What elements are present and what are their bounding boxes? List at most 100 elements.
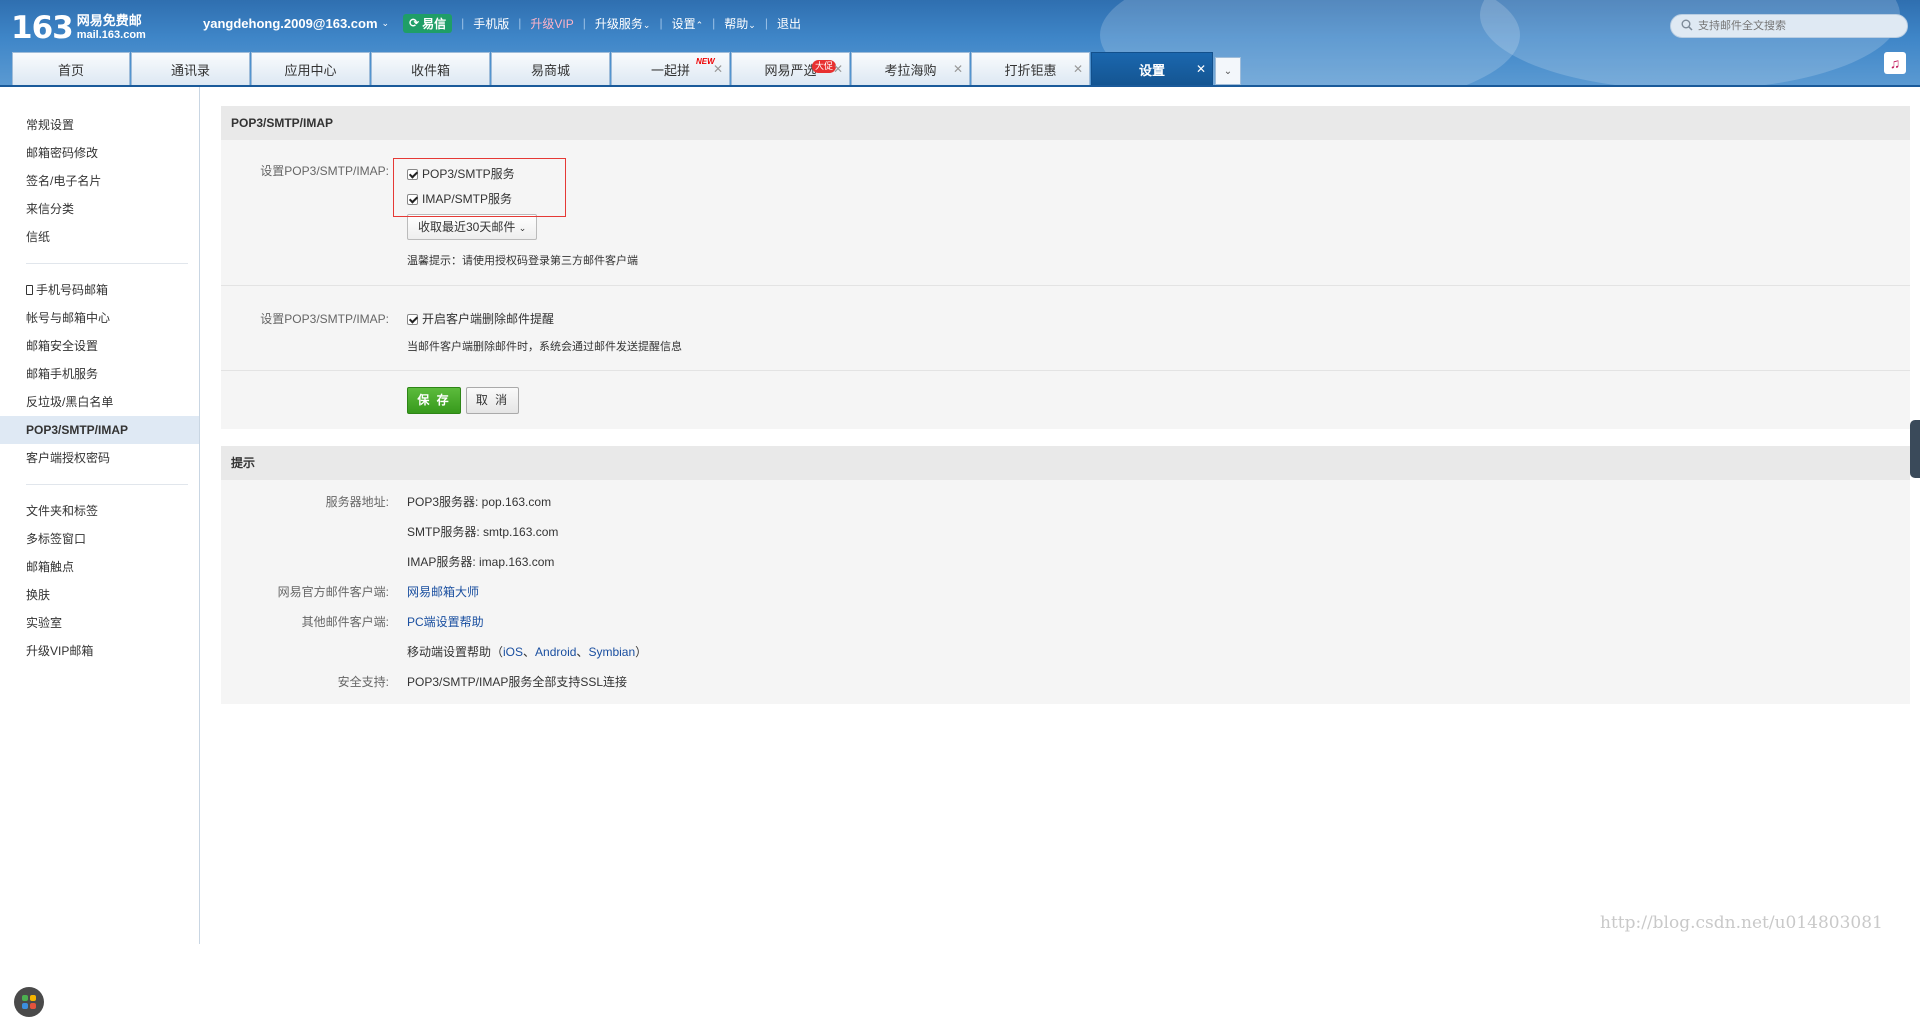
sidebar-item-signature[interactable]: 签名/电子名片	[0, 167, 199, 195]
chevron-down-icon: ⌄	[518, 223, 527, 233]
tab-label: 易商城	[530, 62, 570, 78]
side-scroll-handle[interactable]	[1910, 420, 1920, 478]
separator: |	[461, 16, 465, 30]
tips-section: 提示 服务器地址: POP3服务器: pop.163.com SMTP服务器: …	[221, 446, 1910, 704]
sidebar-item-phone-mailbox[interactable]: 手机号码邮箱	[0, 276, 199, 304]
section-title: 提示	[221, 446, 1910, 480]
tab-label: 通讯录	[170, 62, 210, 78]
tab-home[interactable]: 首页	[12, 52, 130, 85]
sidebar-divider	[26, 484, 188, 485]
search-input[interactable]	[1698, 20, 1898, 32]
ssl-support-text: POP3/SMTP/IMAP服务全部支持SSL连接	[407, 675, 628, 689]
chevron-down-icon: ⌄	[748, 19, 756, 30]
header-divider	[0, 85, 1920, 87]
sidebar-item-multi-tab[interactable]: 多标签窗口	[0, 525, 199, 553]
sidebar-item-lab[interactable]: 实验室	[0, 609, 199, 637]
settings-menu[interactable]: 设置⌃	[672, 15, 704, 32]
header-cloud-decoration	[1480, 0, 1900, 86]
sidebar-item-pop3[interactable]: POP3/SMTP/IMAP	[0, 416, 199, 444]
separator: |	[764, 16, 768, 30]
close-icon[interactable]: ✕	[1073, 62, 1083, 76]
tab-kaola[interactable]: 考拉海购 ✕	[851, 52, 970, 85]
settings-sidebar: 常规设置 邮箱密码修改 签名/电子名片 来信分类 信纸 手机号码邮箱 帐号与邮箱…	[0, 87, 200, 1017]
auth-code-tip: 温馨提示：请使用授权码登录第三方邮件客户端	[407, 255, 638, 267]
tab-label: 一起拼	[650, 62, 690, 78]
sidebar-item-stationery[interactable]: 信纸	[0, 223, 199, 251]
tab-label: 网易严选	[764, 62, 817, 78]
sidebar-item-folders-labels[interactable]: 文件夹和标签	[0, 497, 199, 525]
tab-mall[interactable]: 易商城	[491, 52, 610, 85]
save-button[interactable]: 保 存	[407, 387, 461, 414]
delete-notify-desc: 当邮件客户端删除邮件时，系统会通过邮件发送提醒信息	[407, 341, 682, 353]
delete-notify-checkbox[interactable]	[407, 314, 418, 325]
music-icon[interactable]: ♫	[1884, 52, 1906, 74]
chevron-up-icon: ⌃	[695, 19, 704, 30]
search-icon[interactable]	[1681, 19, 1693, 34]
logout-link[interactable]: 退出	[777, 15, 801, 32]
android-help-link[interactable]: Android	[535, 645, 576, 659]
user-email[interactable]: yangdehong.2009@163.com	[203, 16, 378, 31]
tab-label: 设置	[1138, 62, 1165, 78]
mail-logo[interactable]: 163 网易免费邮 mail.163.com	[11, 12, 146, 46]
sidebar-item-client-auth-code[interactable]: 客户端授权密码	[0, 444, 199, 472]
mobile-help: 移动端设置帮助（iOS、Android、Symbian）	[407, 645, 648, 659]
sidebar-item-antispam[interactable]: 反垃圾/黑白名单	[0, 388, 199, 416]
more-tabs-button[interactable]: ⌄	[1215, 57, 1241, 85]
sidebar-item-mail-filter[interactable]: 来信分类	[0, 195, 199, 223]
section-title: POP3/SMTP/IMAP	[221, 106, 1910, 140]
tab-yanxuan[interactable]: 网易严选 大促 ✕	[731, 52, 850, 85]
ios-help-link[interactable]: iOS	[503, 645, 523, 659]
tab-label: 应用中心	[284, 62, 337, 78]
tab-label: 打折钜惠	[1004, 62, 1057, 78]
imap-smtp-option[interactable]: IMAP/SMTP服务	[407, 191, 1910, 207]
sidebar-item-general[interactable]: 常规设置	[0, 111, 199, 139]
sidebar-item-account-center[interactable]: 帐号与邮箱中心	[0, 304, 199, 332]
fetch-range-value: 收取最近30天邮件	[418, 220, 516, 234]
yixin-button[interactable]: ⟳ 易信	[403, 13, 453, 33]
phone-icon	[26, 285, 33, 295]
yixin-label: 易信	[422, 16, 447, 31]
close-icon[interactable]: ✕	[713, 62, 723, 76]
upgrade-service-menu[interactable]: 升级服务⌄	[595, 15, 651, 32]
tab-contacts[interactable]: 通讯录	[131, 52, 250, 85]
app-grid-button[interactable]	[14, 987, 44, 1017]
sidebar-item-security[interactable]: 邮箱安全设置	[0, 332, 199, 360]
new-badge: NEW	[696, 57, 715, 66]
fetch-range-select[interactable]: 收取最近30天邮件 ⌄	[407, 214, 538, 240]
close-icon[interactable]: ✕	[953, 62, 963, 76]
delete-notify-option[interactable]: 开启客户端删除邮件提醒	[407, 311, 1910, 327]
mail-search-box[interactable]	[1670, 14, 1908, 38]
mail-master-link[interactable]: 网易邮箱大师	[407, 585, 479, 599]
cancel-button[interactable]: 取 消	[466, 387, 519, 414]
help-menu[interactable]: 帮助⌄	[724, 15, 756, 32]
upgrade-vip-link[interactable]: 升级VIP	[530, 15, 573, 32]
pop3-smtp-option[interactable]: POP3/SMTP服务	[407, 166, 1910, 182]
settings-label: 设置	[671, 16, 696, 31]
chevron-down-icon[interactable]: ⌄	[382, 18, 390, 29]
close-icon[interactable]: ✕	[833, 62, 843, 76]
tab-yiqipin[interactable]: 一起拼 NEW ✕	[611, 52, 730, 85]
separator: |	[518, 16, 522, 30]
mobile-version-link[interactable]: 手机版	[473, 15, 509, 32]
tab-inbox[interactable]: 收件箱	[371, 52, 490, 85]
tab-settings[interactable]: 设置 ✕	[1091, 52, 1213, 85]
pop3-smtp-checkbox[interactable]	[407, 169, 418, 180]
sidebar-item-password[interactable]: 邮箱密码修改	[0, 139, 199, 167]
close-icon[interactable]: ✕	[1196, 62, 1206, 76]
symbian-help-link[interactable]: Symbian	[588, 645, 635, 659]
sidebar-item-mobile-service[interactable]: 邮箱手机服务	[0, 360, 199, 388]
sidebar-item-upgrade-vip[interactable]: 升级VIP邮箱	[0, 637, 199, 665]
separator: |	[659, 16, 663, 30]
pc-help-link[interactable]: PC端设置帮助	[407, 615, 484, 629]
yixin-icon: ⟳	[409, 16, 420, 30]
security-label: 安全支持:	[337, 675, 389, 689]
tab-app-center[interactable]: 应用中心	[251, 52, 370, 85]
logo-domain: mail.163.com	[76, 29, 146, 41]
field-label: 设置POP3/SMTP/IMAP:	[260, 164, 389, 178]
upgrade-service-label: 升级服务	[594, 16, 643, 31]
imap-smtp-checkbox[interactable]	[407, 194, 418, 205]
sidebar-item-skin[interactable]: 换肤	[0, 581, 199, 609]
tab-discount[interactable]: 打折钜惠 ✕	[971, 52, 1090, 85]
sidebar-item-label: 手机号码邮箱	[36, 283, 109, 297]
sidebar-item-touchpoint[interactable]: 邮箱触点	[0, 553, 199, 581]
